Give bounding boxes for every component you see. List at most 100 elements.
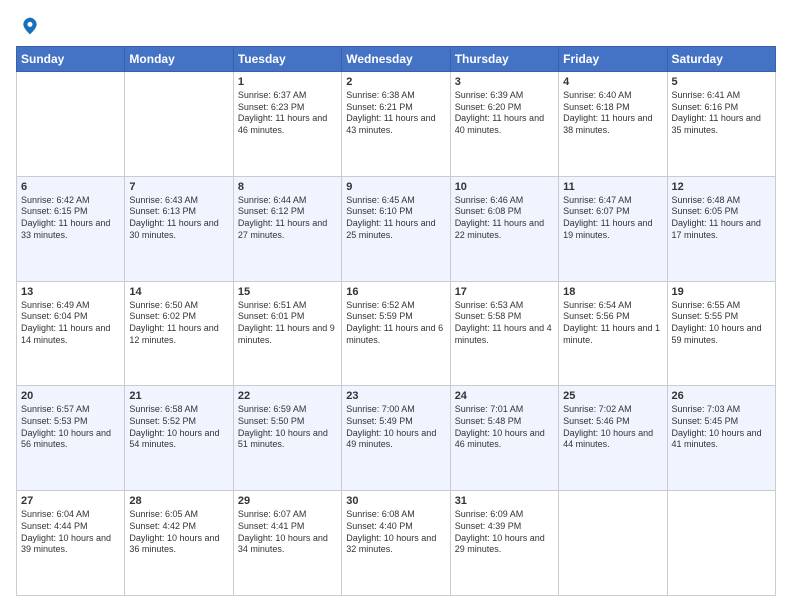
calendar-cell: 24 Sunrise: 7:01 AM Sunset: 5:48 PM Dayli… bbox=[450, 386, 558, 491]
calendar-cell: 28 Sunrise: 6:05 AM Sunset: 4:42 PM Dayli… bbox=[125, 491, 233, 596]
calendar-cell: 26 Sunrise: 7:03 AM Sunset: 5:45 PM Dayli… bbox=[667, 386, 775, 491]
cell-info: Sunrise: 6:49 AM Sunset: 6:04 PM Dayligh… bbox=[21, 300, 120, 347]
calendar-cell: 4Sunrise: 6:40 AM Sunset: 6:18 PM Daylig… bbox=[559, 72, 667, 177]
cell-info: Sunrise: 6:58 AM Sunset: 5:52 PM Dayligh… bbox=[129, 404, 228, 451]
day-number: 5 bbox=[672, 76, 771, 88]
day-number: 12 bbox=[672, 181, 771, 193]
calendar-cell: 14 Sunrise: 6:50 AM Sunset: 6:02 PM Dayli… bbox=[125, 281, 233, 386]
cell-info: Sunrise: 6:51 AM Sunset: 6:01 PM Dayligh… bbox=[238, 300, 337, 347]
day-number: 1 bbox=[238, 76, 337, 88]
calendar-week-2: 6Sunrise: 6:42 AM Sunset: 6:15 PM Daylig… bbox=[17, 176, 776, 281]
cell-info: Sunrise: 6:45 AM Sunset: 6:10 PM Dayligh… bbox=[346, 195, 445, 242]
cell-info: Sunrise: 6:05 AM Sunset: 4:42 PM Dayligh… bbox=[129, 509, 228, 556]
calendar-cell bbox=[125, 72, 233, 177]
day-number: 22 bbox=[238, 390, 337, 402]
day-number: 18 bbox=[563, 286, 662, 298]
cell-info: Sunrise: 6:57 AM Sunset: 5:53 PM Dayligh… bbox=[21, 404, 120, 451]
cell-info: Sunrise: 6:43 AM Sunset: 6:13 PM Dayligh… bbox=[129, 195, 228, 242]
cell-info: Sunrise: 6:09 AM Sunset: 4:39 PM Dayligh… bbox=[455, 509, 554, 556]
calendar-cell: 8Sunrise: 6:44 AM Sunset: 6:12 PM Daylig… bbox=[233, 176, 341, 281]
calendar-cell: 13 Sunrise: 6:49 AM Sunset: 6:04 PM Dayli… bbox=[17, 281, 125, 386]
calendar-cell: 22 Sunrise: 6:59 AM Sunset: 5:50 PM Dayli… bbox=[233, 386, 341, 491]
cell-info: Sunrise: 6:38 AM Sunset: 6:21 PM Dayligh… bbox=[346, 90, 445, 137]
calendar-cell: 3 Sunrise: 6:39 AM Sunset: 6:20 PM Daylig… bbox=[450, 72, 558, 177]
calendar-cell: 31 Sunrise: 6:09 AM Sunset: 4:39 PM Dayli… bbox=[450, 491, 558, 596]
cell-info: Sunrise: 6:39 AM Sunset: 6:20 PM Dayligh… bbox=[455, 90, 554, 137]
cell-info: Sunrise: 6:04 AM Sunset: 4:44 PM Dayligh… bbox=[21, 509, 120, 556]
calendar-cell: 9 Sunrise: 6:45 AM Sunset: 6:10 PM Daylig… bbox=[342, 176, 450, 281]
calendar-cell: 18 Sunrise: 6:54 AM Sunset: 5:56 PM Dayli… bbox=[559, 281, 667, 386]
day-number: 13 bbox=[21, 286, 120, 298]
cell-info: Sunrise: 6:37 AM Sunset: 6:23 PM Dayligh… bbox=[238, 90, 337, 137]
calendar-week-5: 27Sunrise: 6:04 AM Sunset: 4:44 PM Dayli… bbox=[17, 491, 776, 596]
calendar-week-4: 20 Sunrise: 6:57 AM Sunset: 5:53 PM Dayli… bbox=[17, 386, 776, 491]
calendar-header-friday: Friday bbox=[559, 47, 667, 72]
day-number: 15 bbox=[238, 286, 337, 298]
cell-info: Sunrise: 6:40 AM Sunset: 6:18 PM Dayligh… bbox=[563, 90, 662, 137]
cell-info: Sunrise: 6:48 AM Sunset: 6:05 PM Dayligh… bbox=[672, 195, 771, 242]
cell-info: Sunrise: 6:55 AM Sunset: 5:55 PM Dayligh… bbox=[672, 300, 771, 347]
calendar-header-row: SundayMondayTuesdayWednesdayThursdayFrid… bbox=[17, 47, 776, 72]
cell-info: Sunrise: 7:03 AM Sunset: 5:45 PM Dayligh… bbox=[672, 404, 771, 451]
calendar-cell: 11Sunrise: 6:47 AM Sunset: 6:07 PM Dayli… bbox=[559, 176, 667, 281]
calendar-cell: 23 Sunrise: 7:00 AM Sunset: 5:49 PM Dayli… bbox=[342, 386, 450, 491]
cell-info: Sunrise: 6:42 AM Sunset: 6:15 PM Dayligh… bbox=[21, 195, 120, 242]
cell-info: Sunrise: 6:59 AM Sunset: 5:50 PM Dayligh… bbox=[238, 404, 337, 451]
cell-info: Sunrise: 6:53 AM Sunset: 5:58 PM Dayligh… bbox=[455, 300, 554, 347]
calendar-cell bbox=[17, 72, 125, 177]
calendar-cell: 16Sunrise: 6:52 AM Sunset: 5:59 PM Dayli… bbox=[342, 281, 450, 386]
page: SundayMondayTuesdayWednesdayThursdayFrid… bbox=[0, 0, 792, 612]
cell-info: Sunrise: 6:44 AM Sunset: 6:12 PM Dayligh… bbox=[238, 195, 337, 242]
calendar-cell: 5 Sunrise: 6:41 AM Sunset: 6:16 PM Daylig… bbox=[667, 72, 775, 177]
cell-info: Sunrise: 7:00 AM Sunset: 5:49 PM Dayligh… bbox=[346, 404, 445, 451]
day-number: 10 bbox=[455, 181, 554, 193]
calendar-cell: 15 Sunrise: 6:51 AM Sunset: 6:01 PM Dayli… bbox=[233, 281, 341, 386]
cell-info: Sunrise: 7:01 AM Sunset: 5:48 PM Dayligh… bbox=[455, 404, 554, 451]
cell-info: Sunrise: 6:07 AM Sunset: 4:41 PM Dayligh… bbox=[238, 509, 337, 556]
calendar-cell: 17 Sunrise: 6:53 AM Sunset: 5:58 PM Dayli… bbox=[450, 281, 558, 386]
calendar-cell: 1 Sunrise: 6:37 AM Sunset: 6:23 PM Daylig… bbox=[233, 72, 341, 177]
cell-info: Sunrise: 6:08 AM Sunset: 4:40 PM Dayligh… bbox=[346, 509, 445, 556]
calendar-cell: 2 Sunrise: 6:38 AM Sunset: 6:21 PM Daylig… bbox=[342, 72, 450, 177]
day-number: 3 bbox=[455, 76, 554, 88]
calendar-header-saturday: Saturday bbox=[667, 47, 775, 72]
calendar-cell: 27Sunrise: 6:04 AM Sunset: 4:44 PM Dayli… bbox=[17, 491, 125, 596]
cell-info: Sunrise: 6:50 AM Sunset: 6:02 PM Dayligh… bbox=[129, 300, 228, 347]
calendar-cell: 12 Sunrise: 6:48 AM Sunset: 6:05 PM Dayli… bbox=[667, 176, 775, 281]
day-number: 28 bbox=[129, 495, 228, 507]
day-number: 17 bbox=[455, 286, 554, 298]
day-number: 31 bbox=[455, 495, 554, 507]
day-number: 23 bbox=[346, 390, 445, 402]
day-number: 26 bbox=[672, 390, 771, 402]
cell-info: Sunrise: 6:47 AM Sunset: 6:07 PM Dayligh… bbox=[563, 195, 662, 242]
calendar-cell: 25Sunrise: 7:02 AM Sunset: 5:46 PM Dayli… bbox=[559, 386, 667, 491]
day-number: 7 bbox=[129, 181, 228, 193]
cell-info: Sunrise: 6:41 AM Sunset: 6:16 PM Dayligh… bbox=[672, 90, 771, 137]
logo bbox=[16, 16, 44, 36]
day-number: 14 bbox=[129, 286, 228, 298]
calendar-header-tuesday: Tuesday bbox=[233, 47, 341, 72]
calendar-cell: 30 Sunrise: 6:08 AM Sunset: 4:40 PM Dayli… bbox=[342, 491, 450, 596]
calendar-cell: 19 Sunrise: 6:55 AM Sunset: 5:55 PM Dayli… bbox=[667, 281, 775, 386]
cell-info: Sunrise: 6:54 AM Sunset: 5:56 PM Dayligh… bbox=[563, 300, 662, 347]
calendar-cell: 7 Sunrise: 6:43 AM Sunset: 6:13 PM Daylig… bbox=[125, 176, 233, 281]
day-number: 30 bbox=[346, 495, 445, 507]
calendar-header-monday: Monday bbox=[125, 47, 233, 72]
day-number: 2 bbox=[346, 76, 445, 88]
calendar-cell bbox=[667, 491, 775, 596]
day-number: 29 bbox=[238, 495, 337, 507]
day-number: 19 bbox=[672, 286, 771, 298]
day-number: 9 bbox=[346, 181, 445, 193]
calendar-cell: 6Sunrise: 6:42 AM Sunset: 6:15 PM Daylig… bbox=[17, 176, 125, 281]
day-number: 24 bbox=[455, 390, 554, 402]
cell-info: Sunrise: 6:46 AM Sunset: 6:08 PM Dayligh… bbox=[455, 195, 554, 242]
calendar-cell: 29 Sunrise: 6:07 AM Sunset: 4:41 PM Dayli… bbox=[233, 491, 341, 596]
calendar-cell: 20 Sunrise: 6:57 AM Sunset: 5:53 PM Dayli… bbox=[17, 386, 125, 491]
calendar-cell: 10 Sunrise: 6:46 AM Sunset: 6:08 PM Dayli… bbox=[450, 176, 558, 281]
cell-info: Sunrise: 6:52 AM Sunset: 5:59 PM Dayligh… bbox=[346, 300, 445, 347]
day-number: 20 bbox=[21, 390, 120, 402]
calendar-header-sunday: Sunday bbox=[17, 47, 125, 72]
calendar-header-wednesday: Wednesday bbox=[342, 47, 450, 72]
calendar-cell: 21Sunrise: 6:58 AM Sunset: 5:52 PM Dayli… bbox=[125, 386, 233, 491]
calendar-cell bbox=[559, 491, 667, 596]
